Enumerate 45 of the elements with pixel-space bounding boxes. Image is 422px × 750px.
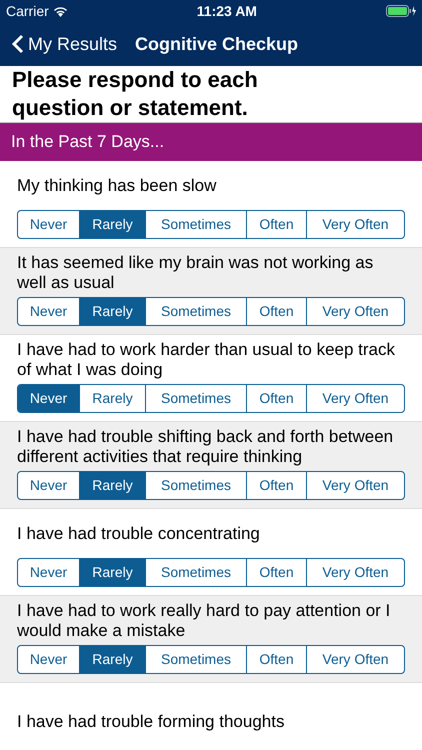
back-button[interactable]: My Results <box>12 30 118 58</box>
answer-option[interactable]: Rarely <box>79 211 145 238</box>
question-text: I have had trouble forming thoughts <box>17 712 284 732</box>
section-header: In the Past 7 Days... <box>0 123 422 161</box>
answer-option[interactable]: Often <box>246 298 306 325</box>
answer-option[interactable]: Sometimes <box>145 646 246 673</box>
answer-option[interactable]: Very Often <box>306 472 404 499</box>
answer-option[interactable]: Sometimes <box>145 211 246 238</box>
instruction-text: Please respond to each question or statement. <box>12 66 259 122</box>
answer-option[interactable]: Never <box>18 559 79 586</box>
answer-option[interactable]: Very Often <box>306 211 404 238</box>
answer-option[interactable]: Rarely <box>79 646 145 673</box>
answer-option[interactable]: Sometimes <box>145 472 246 499</box>
question-text: I have had to work really hard to pay attention or I would make a mistake <box>17 600 392 640</box>
question-text: I have had trouble shifting back and forth between different activities that require thinking <box>17 426 394 466</box>
question-text: My thinking has been slow <box>17 176 216 196</box>
answer-option[interactable]: Often <box>246 385 306 412</box>
answer-option[interactable]: Sometimes <box>145 559 246 586</box>
answer-option[interactable]: Rarely <box>79 298 145 325</box>
question-text: I have had trouble concentrating <box>17 524 260 544</box>
answer-option[interactable]: Very Often <box>306 646 404 673</box>
answer-option[interactable]: Rarely <box>79 385 145 412</box>
answer-option[interactable]: Never <box>18 472 79 499</box>
answer-option[interactable]: Rarely <box>79 559 145 586</box>
answer-option[interactable]: Sometimes <box>145 385 246 412</box>
screen-title: Cognitive Checkup <box>135 32 298 56</box>
answer-option[interactable]: Often <box>246 559 306 586</box>
wifi-icon <box>52 6 68 16</box>
answer-option[interactable]: Often <box>246 646 306 673</box>
status-time: 11:23 AM <box>196 2 257 20</box>
answer-option[interactable]: Very Often <box>306 298 404 325</box>
question-text: I have had to work harder than usual to keep track of what I was doing <box>17 340 396 380</box>
answer-option[interactable]: Very Often <box>306 559 404 586</box>
chevron-left-icon <box>12 34 24 54</box>
answer-option[interactable]: Never <box>18 646 79 673</box>
carrier-label: Carrier <box>6 2 49 20</box>
answer-option[interactable]: Never <box>18 385 79 412</box>
answer-option[interactable]: Very Often <box>306 385 404 412</box>
answer-option[interactable]: Sometimes <box>145 298 246 325</box>
question-text: It has seemed like my brain was not working as well as usual <box>17 252 374 292</box>
answer-option[interactable]: Never <box>18 298 79 325</box>
answer-option[interactable]: Never <box>18 211 79 238</box>
answer-option[interactable]: Often <box>246 472 306 499</box>
answer-option[interactable]: Rarely <box>79 472 145 499</box>
answer-option[interactable]: Often <box>246 211 306 238</box>
